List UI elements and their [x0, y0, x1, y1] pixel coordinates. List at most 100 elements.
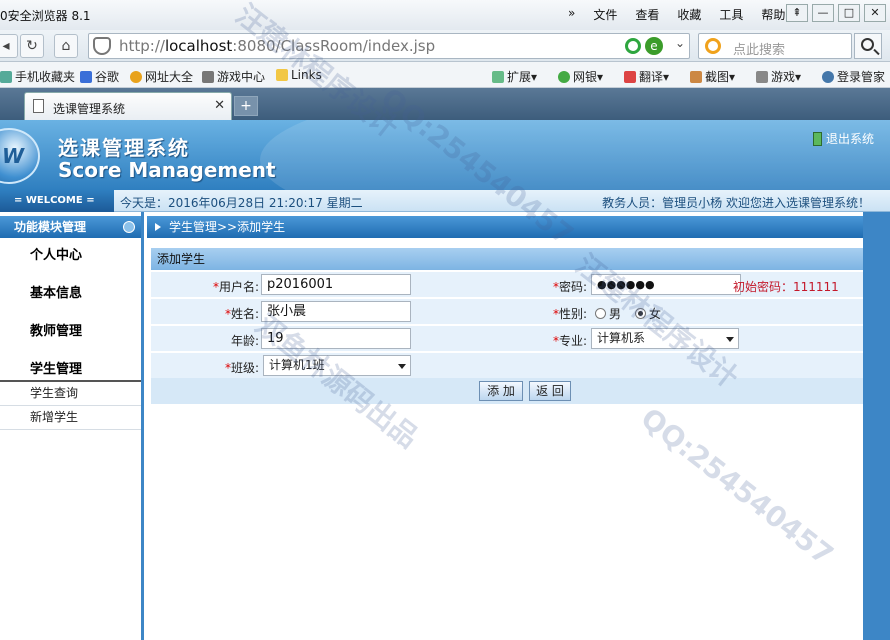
tab-score-system[interactable]: 选课管理系统 ✕: [24, 92, 232, 120]
gamepad-icon: [202, 70, 214, 83]
key-icon: [822, 70, 834, 83]
age-input[interactable]: 19: [261, 328, 411, 349]
app-header: W 选课管理系统 Score Management 退出系统: [0, 120, 890, 190]
tool-games[interactable]: 游戏 ▾: [756, 68, 801, 85]
sidebar-sub-add-student[interactable]: 新增学生: [0, 406, 141, 430]
chevron-down-icon: [398, 364, 406, 369]
compat-mode-icon[interactable]: [625, 38, 641, 54]
sidebar-item-students[interactable]: 学生管理: [0, 358, 141, 377]
menu-help[interactable]: 帮助: [761, 6, 785, 23]
back-button[interactable]: 返 回: [529, 381, 571, 401]
translate-icon: [624, 70, 636, 83]
menu-view[interactable]: 查看: [635, 6, 659, 23]
tool-translate[interactable]: 翻译 ▾: [624, 68, 669, 85]
search-input[interactable]: 点此搜索: [698, 33, 852, 59]
url-text: http://localhost:8080/ClassRoom/index.js…: [119, 37, 436, 55]
tab-label: 选课管理系统: [53, 102, 126, 116]
logo-icon: W: [0, 128, 40, 184]
form-row-1: *用户名: p2016001 *密码: ●●●●●● 初始密码：111111: [151, 272, 863, 298]
close-tab-icon[interactable]: ✕: [214, 98, 225, 113]
button-row: 添 加 返 回: [151, 378, 863, 404]
tool-login[interactable]: 登录管家: [822, 68, 885, 85]
user-info: 教务人员：管理员小杨 欢迎您进入选课管理系统！: [602, 196, 870, 210]
form-title: 添加学生: [151, 248, 863, 270]
new-tab-icon[interactable]: +: [234, 96, 258, 116]
app-title-en: Score Management: [58, 158, 276, 182]
form-row-2: *姓名: 张小晨 *性别: 男 女: [151, 299, 863, 325]
door-icon: [812, 131, 822, 146]
address-bar: ◂ ↻ ⌂ http://localhost:8080/ClassRoom/in…: [0, 30, 890, 62]
minimize-icon[interactable]: —: [812, 4, 834, 22]
bookmark-games[interactable]: 游戏中心: [202, 68, 265, 85]
class-label: *班级:: [224, 361, 259, 375]
menu-favorites[interactable]: 收藏: [677, 6, 701, 23]
age-label: 年龄:: [230, 334, 259, 348]
page-icon: [33, 99, 44, 113]
search-button[interactable]: [854, 33, 882, 59]
main-content: 学生管理>>添加学生 添加学生 *用户名: p2016001 *密码: ●●●●…: [147, 212, 863, 640]
collapse-icon[interactable]: [123, 221, 135, 233]
welcome-badge: = WELCOME =: [0, 190, 114, 212]
name-label: *姓名:: [224, 307, 259, 321]
username-input[interactable]: p2016001: [261, 274, 411, 295]
bookmark-links[interactable]: Links: [276, 68, 322, 82]
bookmarks-bar: 手机收藏夹 谷歌 网址大全 游戏中心 Links 扩展 ▾ 网银 ▾ 翻译 ▾ …: [0, 62, 890, 88]
password-input[interactable]: ●●●●●●: [591, 274, 741, 295]
menu-arrow-icon[interactable]: »: [568, 6, 575, 23]
sidebar-sub-student-query[interactable]: 学生查询: [0, 382, 141, 406]
folder-icon: [276, 69, 288, 81]
add-button[interactable]: 添 加: [479, 381, 523, 401]
grid-icon: [492, 70, 504, 83]
major-select[interactable]: 计算机系: [591, 328, 739, 349]
breadcrumb: 学生管理>>添加学生: [147, 216, 863, 238]
menu-tools[interactable]: 工具: [719, 6, 743, 23]
close-window-icon[interactable]: ✕: [864, 4, 886, 22]
gender-female-radio[interactable]: 女: [635, 305, 661, 322]
current-date: 今天是：2016年06月28日 21:20:17 星期二: [120, 196, 363, 210]
bookmark-sites[interactable]: 网址大全: [130, 68, 193, 85]
app-title-cn: 选课管理系统: [58, 136, 190, 160]
form-row-3: 年龄: 19 *专业: 计算机系: [151, 326, 863, 352]
scroll-frame: [863, 212, 890, 640]
browser-title: 0安全浏览器 8.1: [0, 9, 91, 23]
menu-file[interactable]: 文件: [593, 6, 617, 23]
sidebar-header: 功能模块管理: [0, 216, 141, 238]
bookmark-mobile[interactable]: 手机收藏夹: [0, 68, 75, 85]
back-icon[interactable]: ◂: [0, 34, 18, 58]
username-label: *用户名:: [212, 280, 259, 294]
sidebar-item-teachers[interactable]: 教师管理: [0, 320, 141, 339]
browser-menu: » 文件 查看 收藏 工具 帮助: [568, 6, 803, 23]
search-icon: [861, 38, 874, 51]
logout-link[interactable]: 退出系统: [812, 130, 874, 147]
bank-icon: [558, 70, 570, 83]
sidebar-item-basic-info[interactable]: 基本信息: [0, 282, 141, 301]
home-icon[interactable]: ⌂: [54, 34, 78, 58]
tool-screenshot[interactable]: 截图 ▾: [690, 68, 735, 85]
arrow-icon: [155, 223, 161, 231]
scissors-icon: [690, 70, 702, 83]
window-controls: ⇞ — □ ✕: [786, 4, 886, 22]
gender-male-radio[interactable]: 男: [595, 305, 621, 322]
info-bar: = WELCOME = 今天是：2016年06月28日 21:20:17 星期二…: [0, 190, 890, 212]
folder-icon: [0, 70, 12, 83]
sites-icon: [130, 70, 142, 83]
tool-bank[interactable]: 网银 ▾: [558, 68, 603, 85]
name-input[interactable]: 张小晨: [261, 301, 411, 322]
gamepad-icon: [756, 70, 768, 83]
bookmark-google[interactable]: 谷歌: [80, 68, 119, 85]
browser-title-bar: 0安全浏览器 8.1 » 文件 查看 收藏 工具 帮助 ⇞ — □ ✕: [0, 0, 890, 30]
class-select[interactable]: 计算机1班: [263, 355, 411, 376]
ie-engine-icon[interactable]: e: [645, 37, 663, 55]
search-engine-icon[interactable]: [705, 38, 721, 54]
sidebar-submenu: 学生查询 新增学生: [0, 380, 141, 430]
maximize-icon[interactable]: □: [838, 4, 860, 22]
refresh-icon[interactable]: ↻: [20, 34, 44, 58]
url-input[interactable]: http://localhost:8080/ClassRoom/index.js…: [88, 33, 690, 59]
chevron-down-icon[interactable]: ⌄: [675, 36, 685, 50]
tool-extensions[interactable]: 扩展 ▾: [492, 68, 537, 85]
google-icon: [80, 70, 92, 83]
pin-icon[interactable]: ⇞: [786, 4, 808, 22]
form-row-4: *班级: 计算机1班: [151, 353, 863, 379]
sidebar-item-profile[interactable]: 个人中心: [0, 244, 141, 263]
shield-icon: [93, 37, 111, 55]
